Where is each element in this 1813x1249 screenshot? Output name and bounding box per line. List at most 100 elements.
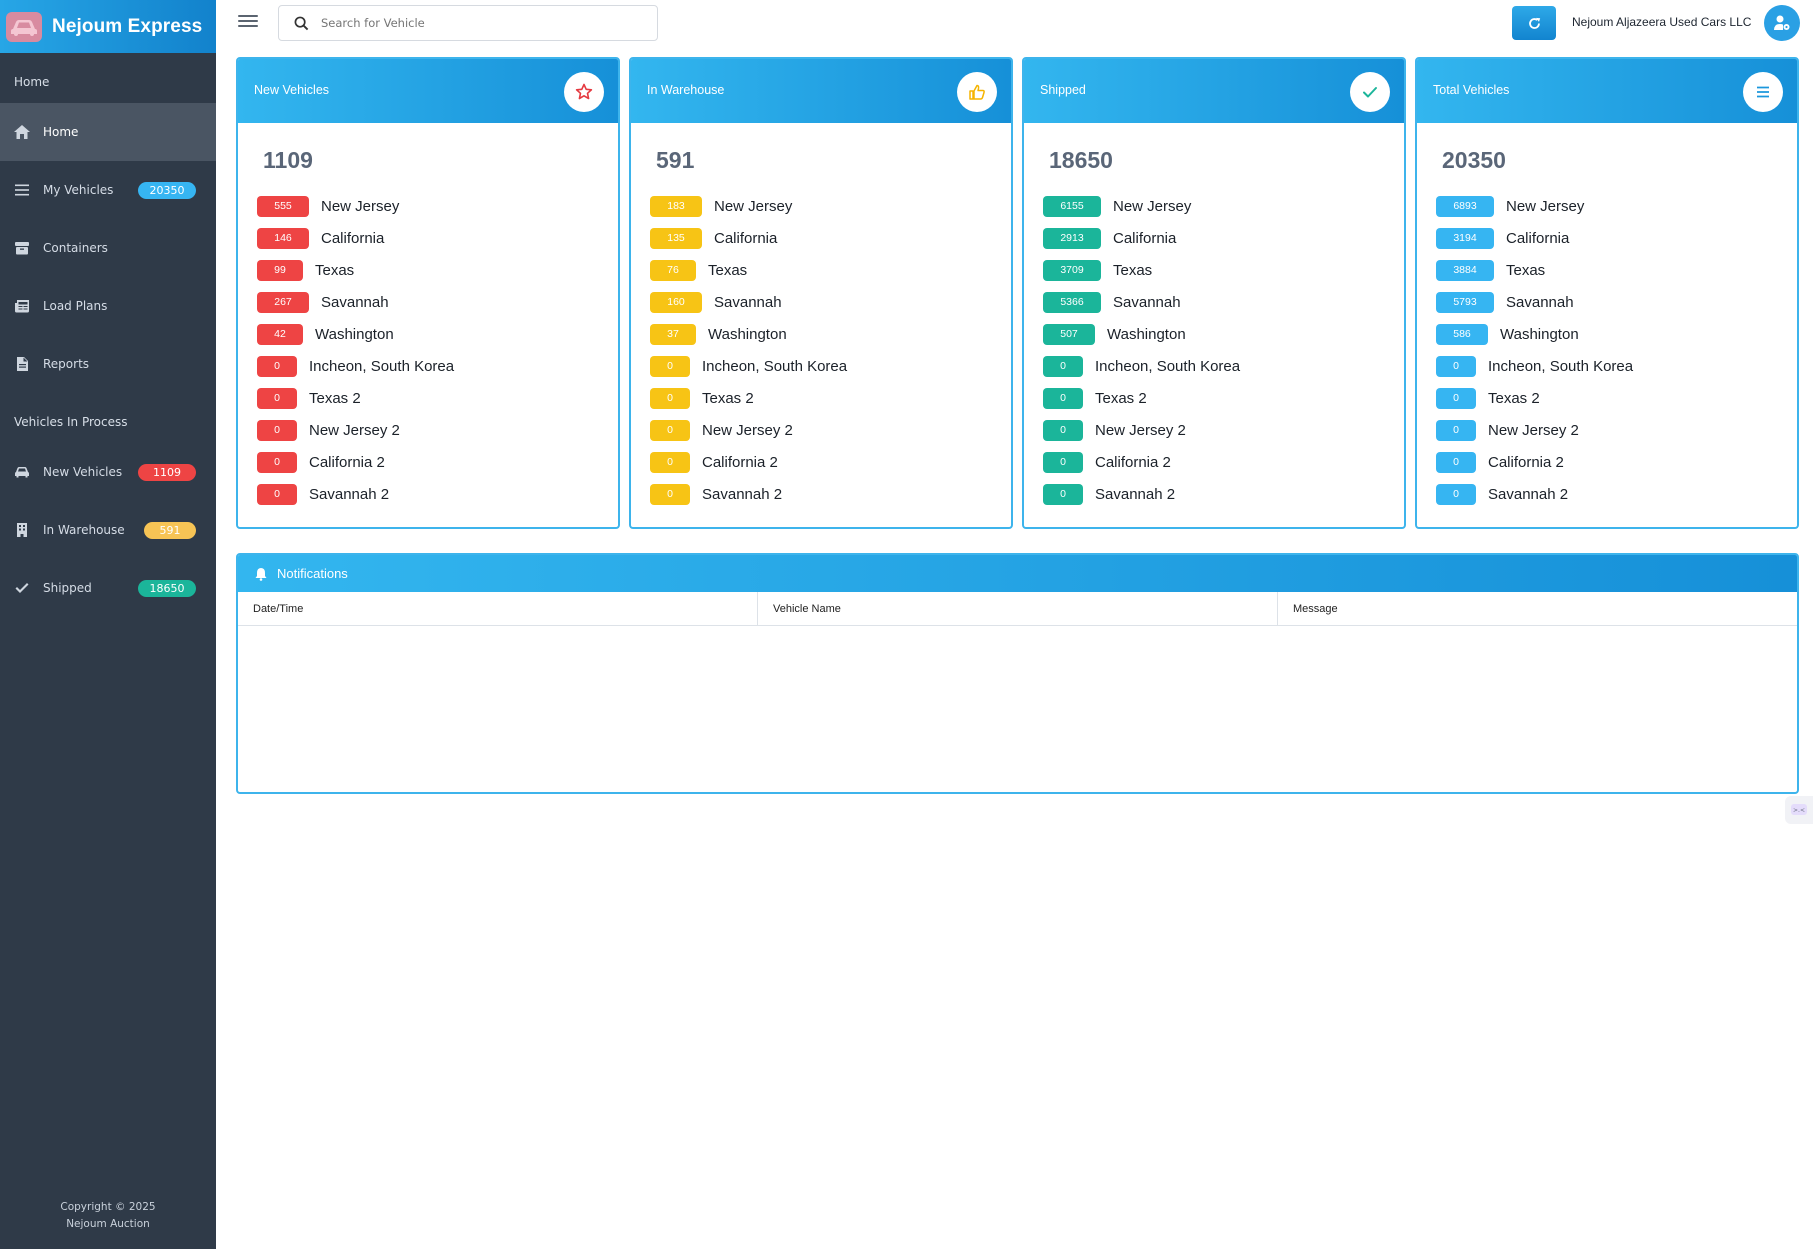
location-row: 0 Savannah 2 — [1043, 478, 1240, 510]
location-name: Washington — [1500, 325, 1579, 343]
sidebar: Nejoum Express Home Home My Vehicles 203… — [0, 0, 216, 1249]
home-icon — [14, 124, 30, 140]
count-badge: 0 — [1043, 387, 1083, 409]
location-name: Texas — [708, 261, 748, 279]
count-badge: 3709 — [1043, 259, 1101, 281]
building-icon — [14, 522, 30, 538]
location-name: Savannah 2 — [702, 485, 783, 503]
location-name: New Jersey — [321, 197, 400, 215]
location-name: Texas 2 — [1488, 389, 1540, 407]
count-badge: 0 — [1043, 355, 1083, 377]
bars-icon — [14, 182, 30, 198]
location-name: California 2 — [702, 453, 778, 471]
count-badge: 0 — [1436, 451, 1476, 473]
column-header-datetime[interactable]: Date/Time — [238, 592, 758, 625]
notifications-panel: Notifications Date/Time Vehicle Name Mes… — [236, 553, 1799, 794]
location-name: Washington — [315, 325, 394, 343]
count-badge: 0 — [650, 419, 690, 441]
location-row: 0 Texas 2 — [1043, 382, 1240, 414]
location-name: California — [1506, 229, 1570, 247]
search-icon — [294, 16, 309, 30]
location-name: New Jersey 2 — [702, 421, 793, 439]
location-name: Texas — [1113, 261, 1153, 279]
in-warehouse-count-badge: 591 — [144, 522, 196, 539]
search-box[interactable] — [278, 5, 658, 41]
count-badge: 2913 — [1043, 227, 1101, 249]
section-label-home: Home — [14, 75, 50, 89]
location-name: California 2 — [309, 453, 385, 471]
my-vehicles-count-badge: 20350 — [138, 182, 196, 199]
hamburger-menu-icon[interactable] — [238, 12, 258, 32]
new-vehicles-card: New Vehicles 1109 555 New Jersey 146 Califo… — [236, 57, 620, 529]
company-name: Nejoum Aljazeera Used Cars LLC — [1572, 15, 1752, 29]
location-name: Texas 2 — [1095, 389, 1147, 407]
sidebar-item-my-vehicles[interactable]: My Vehicles 20350 — [0, 161, 216, 219]
location-row: 0 California 2 — [1436, 446, 1633, 478]
count-badge: 0 — [1043, 451, 1083, 473]
count-badge: 0 — [650, 483, 690, 505]
new-vehicles-count-badge: 1109 — [138, 464, 196, 481]
column-header-vehicle-name[interactable]: Vehicle Name — [758, 592, 1278, 625]
count-badge: 555 — [257, 195, 309, 217]
count-badge: 99 — [257, 259, 303, 281]
notifications-header: Notifications — [238, 555, 1797, 592]
sidebar-item-containers[interactable]: Containers — [0, 219, 216, 277]
count-badge: 6893 — [1436, 195, 1494, 217]
in-warehouse-card: In Warehouse 591 183 New Jersey 135 Califor… — [629, 57, 1013, 529]
location-name: Incheon, South Korea — [1095, 357, 1241, 375]
card-total: 591 — [656, 147, 695, 173]
location-name: New Jersey 2 — [1488, 421, 1579, 439]
count-badge: 507 — [1043, 323, 1095, 345]
location-row: 586 Washington — [1436, 318, 1633, 350]
floating-widget-button[interactable]: >.< — [1785, 796, 1813, 824]
location-row: 0 California 2 — [257, 446, 454, 478]
sidebar-item-load-plans[interactable]: Load Plans — [0, 277, 216, 335]
location-list: 183 New Jersey 135 California 76 Texas 160 Sava… — [650, 190, 847, 510]
location-row: 0 New Jersey 2 — [257, 414, 454, 446]
count-badge: 0 — [257, 483, 297, 505]
user-gear-icon — [1774, 15, 1790, 30]
location-name: New Jersey 2 — [309, 421, 400, 439]
location-row: 6155 New Jersey — [1043, 190, 1240, 222]
location-name: New Jersey — [714, 197, 793, 215]
location-name: California — [714, 229, 778, 247]
location-row: 0 Savannah 2 — [650, 478, 847, 510]
count-badge: 0 — [1436, 387, 1476, 409]
count-badge: 37 — [650, 323, 696, 345]
location-name: Savannah 2 — [1488, 485, 1569, 503]
card-title: Total Vehicles — [1433, 83, 1510, 97]
sidebar-item-in-warehouse[interactable]: In Warehouse 591 — [0, 501, 216, 559]
search-input[interactable] — [321, 16, 621, 30]
check-icon — [1350, 72, 1390, 112]
shipped-card: Shipped 18650 6155 New Jersey 2913 Californ… — [1022, 57, 1406, 529]
topbar: Nejoum Aljazeera Used Cars LLC — [216, 0, 1813, 46]
section-label-vehicles-in-process: Vehicles In Process — [14, 415, 128, 429]
sidebar-item-label: Containers — [43, 241, 108, 255]
location-row: 0 Texas 2 — [650, 382, 847, 414]
column-header-message[interactable]: Message — [1278, 592, 1797, 625]
brand-header[interactable]: Nejoum Express — [0, 0, 216, 53]
sidebar-item-home[interactable]: Home — [0, 103, 216, 161]
location-list: 6155 New Jersey 2913 California 3709 Texas 536… — [1043, 190, 1240, 510]
sidebar-item-reports[interactable]: Reports — [0, 335, 216, 393]
count-badge: 0 — [1436, 483, 1476, 505]
bell-icon — [255, 567, 267, 581]
location-row: 3884 Texas — [1436, 254, 1633, 286]
thumbs-up-icon — [957, 72, 997, 112]
user-settings-avatar[interactable] — [1764, 5, 1800, 41]
sidebar-item-label: Home — [43, 125, 79, 139]
refresh-button[interactable] — [1512, 6, 1556, 40]
card-header: Shipped — [1024, 59, 1404, 123]
sidebar-item-shipped[interactable]: Shipped 18650 — [0, 559, 216, 617]
count-badge: 586 — [1436, 323, 1488, 345]
location-name: California 2 — [1488, 453, 1564, 471]
count-badge: 183 — [650, 195, 702, 217]
count-badge: 146 — [257, 227, 309, 249]
location-row: 0 Texas 2 — [1436, 382, 1633, 414]
card-total: 20350 — [1442, 147, 1506, 173]
sidebar-item-new-vehicles[interactable]: New Vehicles 1109 — [0, 443, 216, 501]
location-name: Texas 2 — [702, 389, 754, 407]
count-badge: 0 — [1436, 355, 1476, 377]
location-list: 6893 New Jersey 3194 California 3884 Texas 579… — [1436, 190, 1633, 510]
location-row: 3709 Texas — [1043, 254, 1240, 286]
